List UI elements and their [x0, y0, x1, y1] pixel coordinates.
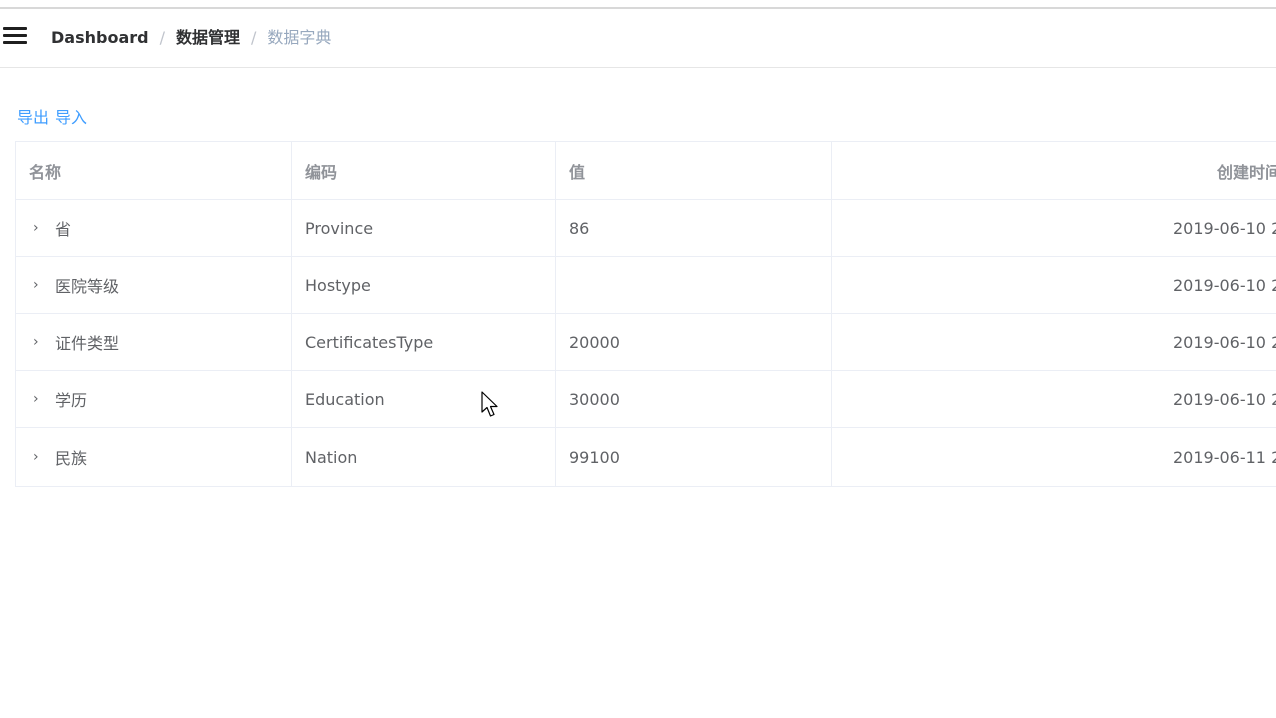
import-link[interactable]: 导入	[55, 108, 87, 127]
column-header-code[interactable]: 编码	[292, 142, 556, 199]
chevron-right-icon[interactable]: ›	[33, 449, 47, 465]
created-cell: 2019-06-10 23	[832, 257, 1276, 313]
value-cell	[556, 257, 832, 313]
value-cell: 99100	[556, 428, 832, 486]
code-cell: CertificatesType	[292, 314, 556, 370]
name-cell: › 证件类型	[16, 314, 292, 370]
created-cell: 2019-06-10 23	[832, 200, 1276, 256]
export-link[interactable]: 导出	[17, 108, 49, 127]
name-cell: › 省	[16, 200, 292, 256]
value-cell: 30000	[556, 371, 832, 427]
created-cell: 2019-06-11 23	[832, 428, 1276, 486]
created-text: 2019-06-10 23	[1173, 332, 1276, 352]
name-text: 省	[55, 220, 72, 239]
hamburger-icon[interactable]	[3, 26, 27, 46]
code-cell: Hostype	[292, 257, 556, 313]
created-text: 2019-06-11 23	[1173, 447, 1276, 467]
name-cell: › 学历	[16, 371, 292, 427]
created-cell: 2019-06-10 23	[832, 314, 1276, 370]
breadcrumb-data-dictionary: 数据字典	[267, 28, 332, 47]
created-cell: 2019-06-10 23	[832, 371, 1276, 427]
table-row[interactable]: › 医院等级 Hostype 2019-06-10 23	[16, 257, 1276, 314]
name-text: 证件类型	[55, 334, 120, 353]
name-text: 学历	[55, 391, 88, 410]
name-text: 医院等级	[55, 277, 120, 296]
breadcrumb-dashboard[interactable]: Dashboard	[51, 28, 149, 47]
chevron-right-icon[interactable]: ›	[33, 391, 47, 407]
created-text: 2019-06-10 23	[1173, 389, 1276, 409]
table-row[interactable]: › 民族 Nation 99100 2019-06-11 23	[16, 428, 1276, 486]
breadcrumb-data-management[interactable]: 数据管理	[176, 28, 240, 47]
table-row[interactable]: › 证件类型 CertificatesType 20000 2019-06-10 …	[16, 314, 1276, 371]
code-cell: Nation	[292, 428, 556, 486]
chevron-right-icon[interactable]: ›	[33, 277, 47, 293]
name-cell: › 民族	[16, 428, 292, 486]
breadcrumb-separator: /	[250, 28, 257, 47]
mouse-pointer-icon	[481, 391, 498, 417]
chevron-right-icon[interactable]: ›	[33, 220, 47, 236]
value-cell: 86	[556, 200, 832, 256]
code-cell: Education	[292, 371, 556, 427]
created-text: 2019-06-10 23	[1173, 218, 1276, 238]
breadcrumb: Dashboard / 数据管理 / 数据字典	[51, 28, 331, 48]
breadcrumb-separator: /	[159, 28, 165, 47]
code-cell: Province	[292, 200, 556, 256]
dictionary-table: 名称 编码 值 创建时间 ›省 Province 86 2019-06-10 2…	[15, 141, 1276, 487]
column-header-value[interactable]: 值	[556, 142, 832, 199]
created-text: 2019-06-10 23	[1173, 275, 1276, 295]
table-header-row: 名称 编码 值 创建时间	[16, 142, 1276, 200]
value-cell: 20000	[556, 314, 832, 370]
table-row[interactable]: ›省 Province 86 2019-06-10 23	[16, 200, 1276, 257]
toolbar: 导出 导入	[17, 108, 93, 128]
column-header-created[interactable]: 创建时间	[832, 142, 1276, 199]
column-header-created-label: 创建时间	[1217, 162, 1276, 182]
table-row[interactable]: › 学历 Education 30000 2019-06-10 23	[16, 371, 1276, 428]
chevron-right-icon[interactable]: ›	[33, 334, 47, 350]
navbar: Dashboard / 数据管理 / 数据字典	[0, 9, 1276, 68]
column-header-name[interactable]: 名称	[16, 142, 292, 199]
name-cell: › 医院等级	[16, 257, 292, 313]
name-text: 民族	[55, 449, 88, 468]
